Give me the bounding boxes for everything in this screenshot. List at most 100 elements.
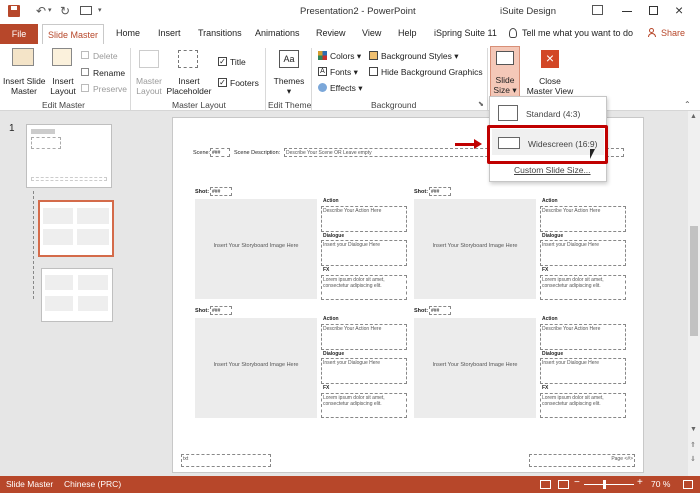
action-field[interactable]: Describe Your Action Here [321, 206, 407, 232]
action-field[interactable]: Describe Your Action Here [321, 324, 407, 350]
undo-icon[interactable]: ↶ [36, 4, 46, 18]
tab-transitions[interactable]: Transitions [198, 28, 242, 38]
themes-button[interactable]: Themes ▾ [272, 76, 306, 96]
zoom-slider-thumb[interactable] [603, 480, 606, 489]
tab-slide-master[interactable]: Slide Master [42, 24, 104, 45]
fx-field[interactable]: Lorem ipsum dolor sit amet, consectetur … [540, 393, 626, 418]
insert-placeholder-button[interactable]: Insert Placeholder [166, 76, 212, 96]
fonts-button[interactable]: Fonts ▾ [330, 67, 358, 78]
present-icon[interactable] [80, 6, 92, 15]
redo-icon[interactable]: ↻ [60, 4, 70, 18]
share-person-icon [648, 28, 656, 38]
zoom-in-icon[interactable]: + [637, 477, 643, 488]
tell-me-search[interactable]: Tell me what you want to do [522, 28, 633, 38]
fit-to-window-icon[interactable] [683, 480, 693, 489]
action-field[interactable]: Describe Your Action Here [540, 206, 626, 232]
scene-field[interactable]: ### [210, 148, 230, 157]
page-number-placeholder[interactable]: Page <#> [529, 454, 635, 467]
fx-field[interactable]: Lorem ipsum dolor sit amet, consectetur … [321, 275, 407, 300]
tab-ispring[interactable]: iSpring Suite 11 [434, 28, 497, 38]
insert-placeholder-icon[interactable] [178, 50, 198, 68]
fx-field[interactable]: Lorem ipsum dolor sit amet, consectetur … [540, 275, 626, 300]
minimize-icon[interactable] [622, 11, 632, 12]
close-master-view-button[interactable]: Close Master View [525, 76, 575, 96]
normal-view-icon[interactable] [540, 480, 551, 489]
tab-help[interactable]: Help [398, 28, 417, 38]
share-button[interactable]: Share [661, 28, 685, 38]
shot-number-field[interactable]: ### [429, 187, 451, 196]
tab-view[interactable]: View [362, 28, 381, 38]
ribbon-display-icon[interactable] [592, 5, 603, 15]
shot-label: Shot: [195, 189, 210, 195]
themes-label: Themes [273, 76, 305, 86]
storyboard-image-placeholder[interactable]: Insert Your Storyboard Image Here [195, 199, 317, 299]
action-field[interactable]: Describe Your Action Here [540, 324, 626, 350]
delete-icon [81, 51, 89, 59]
themes-icon[interactable]: Aa [279, 50, 299, 68]
background-styles-icon [369, 51, 378, 60]
save-icon[interactable] [8, 5, 20, 17]
title-separator: - [361, 6, 365, 17]
tab-review[interactable]: Review [316, 28, 346, 38]
background-styles-button[interactable]: Background Styles ▾ [381, 51, 459, 62]
tab-insert[interactable]: Insert [158, 28, 181, 38]
hide-background-checkbox[interactable] [369, 67, 378, 76]
shot-number-field[interactable]: ### [210, 306, 232, 315]
undo-dropdown-icon[interactable]: ▾ [48, 6, 52, 14]
maximize-icon[interactable] [649, 6, 658, 15]
dialogue-field[interactable]: Insert your Dialogue Here [321, 358, 407, 384]
footers-checkbox[interactable]: ✓ [218, 78, 227, 87]
next-slide-icon[interactable]: ⇓ [690, 455, 696, 463]
collapse-ribbon-icon[interactable]: ⌃ [684, 100, 691, 109]
custom-slide-size-option[interactable]: Custom Slide Size... [514, 165, 591, 175]
insert-slide-master-icon[interactable] [12, 48, 34, 66]
scroll-thumb[interactable] [690, 226, 698, 336]
dialogue-field[interactable]: Insert your Dialogue Here [540, 358, 626, 384]
tab-file[interactable]: File [0, 24, 38, 44]
insert-layout-label-2: Layout [50, 86, 76, 96]
storyboard-image-placeholder[interactable]: Insert Your Storyboard Image Here [414, 199, 536, 299]
zoom-out-icon[interactable]: − [574, 477, 580, 488]
shot-number-field[interactable]: ### [429, 306, 451, 315]
previous-slide-icon[interactable]: ⇑ [690, 441, 696, 449]
layout-thumbnail-selected[interactable] [38, 200, 114, 257]
tab-animations[interactable]: Animations [255, 28, 300, 38]
zoom-slider[interactable] [584, 484, 634, 485]
close-window-icon[interactable]: × [675, 2, 683, 18]
dialogue-field[interactable]: Insert your Dialogue Here [321, 240, 407, 266]
storyboard-placeholder-text: Insert Your Storyboard Image Here [432, 243, 518, 249]
scroll-down-icon[interactable]: ▼ [690, 426, 697, 433]
account-name[interactable]: iSuite Design [500, 6, 556, 17]
scroll-up-icon[interactable]: ▲ [690, 113, 697, 120]
scene-description-label: Scene Description: [234, 150, 281, 156]
tab-home[interactable]: Home [116, 28, 140, 38]
group-master-layout: Master Layout [172, 100, 226, 110]
insert-layout-icon[interactable] [52, 48, 72, 66]
colors-button[interactable]: Colors ▾ [330, 51, 361, 62]
zoom-level[interactable]: 70 % [651, 479, 670, 489]
title-checkbox[interactable]: ✓ [218, 57, 227, 66]
background-dialog-launcher-icon[interactable]: ⬊ [478, 100, 484, 108]
master-slide-thumbnail[interactable] [26, 124, 112, 188]
fx-field[interactable]: Lorem ipsum dolor sit amet, consectetur … [321, 393, 407, 418]
insert-slide-master-button[interactable]: Insert Slide Master [3, 76, 46, 96]
dialogue-field[interactable]: Insert your Dialogue Here [540, 240, 626, 266]
layout-thumbnail[interactable] [41, 268, 113, 322]
action-label: Action [542, 198, 558, 204]
customize-qat-icon[interactable]: ▾ [98, 6, 102, 14]
storyboard-image-placeholder[interactable]: Insert Your Storyboard Image Here [195, 318, 317, 418]
mouse-cursor-icon [590, 149, 600, 159]
rename-button[interactable]: Rename [93, 68, 125, 78]
storyboard-image-placeholder[interactable]: Insert Your Storyboard Image Here [414, 318, 536, 418]
shot-number-field[interactable]: ### [210, 187, 232, 196]
slide-size-label-2-text: Size [493, 85, 510, 95]
slide-sorter-icon[interactable] [558, 480, 569, 489]
slide-number: 1 [9, 123, 15, 134]
standard-size-option[interactable]: Standard (4:3) [492, 100, 604, 126]
insert-layout-button[interactable]: Insert Layout [47, 76, 79, 96]
effects-button[interactable]: Effects ▾ [330, 83, 362, 94]
language-indicator[interactable]: Chinese (PRC) [64, 479, 121, 489]
vertical-scrollbar[interactable]: ▲ ▼ ⇑ ⇓ [688, 111, 700, 476]
footer-text-placeholder[interactable]: txt [181, 454, 271, 467]
close-master-view-icon[interactable]: × [541, 50, 559, 68]
